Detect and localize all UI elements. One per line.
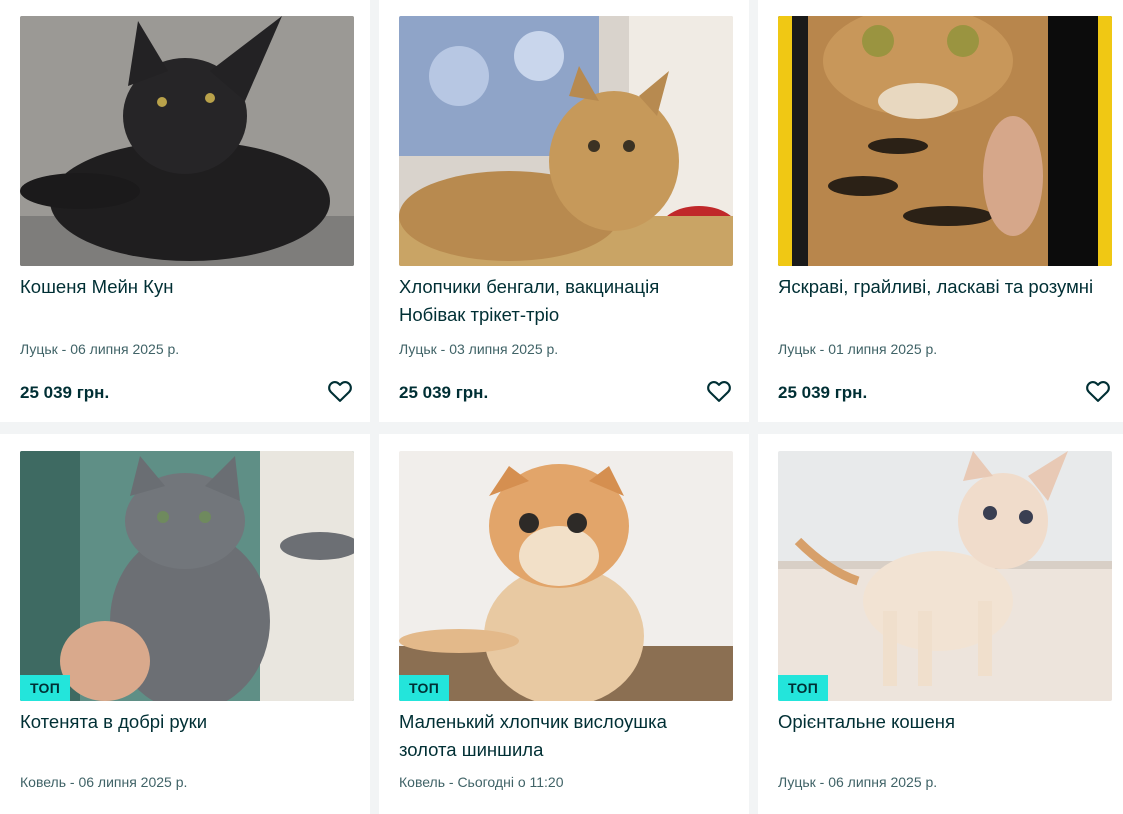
listing-location-date: Луцьк - 01 липня 2025 р. [778,341,938,357]
listing-photo[interactable] [20,16,354,266]
listing-location-date: Луцьк - 03 липня 2025 р. [399,341,559,357]
listing-photo[interactable]: ТОП [20,451,354,701]
listing-card[interactable]: ТОП Котенята в добрі руки Ковель - 06 ли… [0,434,370,814]
listing-photo[interactable]: ТОП [399,451,733,701]
listing-title[interactable]: Маленький хлопчик вислоушка золота шинши… [399,708,719,764]
listing-price: 25 039 грн. [778,383,868,402]
listing-title[interactable]: Котенята в добрі руки [20,708,340,736]
listing-location-date: Луцьк - 06 липня 2025 р. [778,774,938,790]
listing-title[interactable]: Орієнтальне кошеня [778,708,1098,736]
listing-location-date: Ковель - 06 липня 2025 р. [20,774,188,790]
listing-title[interactable]: Кошеня Мейн Кун [20,273,340,301]
listing-photo[interactable] [778,16,1112,266]
listing-card[interactable]: Хлопчики бенгали, вакцинація Нобівак трі… [379,0,749,422]
listing-title[interactable]: Хлопчики бенгали, вакцинація Нобівак трі… [399,273,719,329]
listings-grid: Кошеня Мейн Кун Луцьк - 06 липня 2025 р.… [0,0,1123,814]
favorite-heart-icon[interactable] [1084,377,1112,405]
listing-card[interactable]: ТОП Орієнтальне кошеня Луцьк - 06 липня … [758,434,1123,814]
top-badge: ТОП [778,675,829,701]
listing-photo[interactable]: ТОП [778,451,1112,701]
listing-card[interactable]: Яскраві, грайливі, ласкаві та розумні Лу… [758,0,1123,422]
listing-location-date: Луцьк - 06 липня 2025 р. [20,341,180,357]
top-badge: ТОП [20,675,71,701]
listing-card[interactable]: ТОП Маленький хлопчик вислоушка золота ш… [379,434,749,814]
favorite-heart-icon[interactable] [705,377,733,405]
listing-price: 25 039 грн. [20,383,110,402]
listing-photo[interactable] [399,16,733,266]
top-badge: ТОП [399,675,450,701]
favorite-heart-icon[interactable] [326,377,354,405]
listing-price: 25 039 грн. [399,383,489,402]
listing-location-date: Ковель - Сьогодні о 11:20 [399,774,564,790]
listing-card[interactable]: Кошеня Мейн Кун Луцьк - 06 липня 2025 р.… [0,0,370,422]
listing-title[interactable]: Яскраві, грайливі, ласкаві та розумні [778,273,1098,301]
